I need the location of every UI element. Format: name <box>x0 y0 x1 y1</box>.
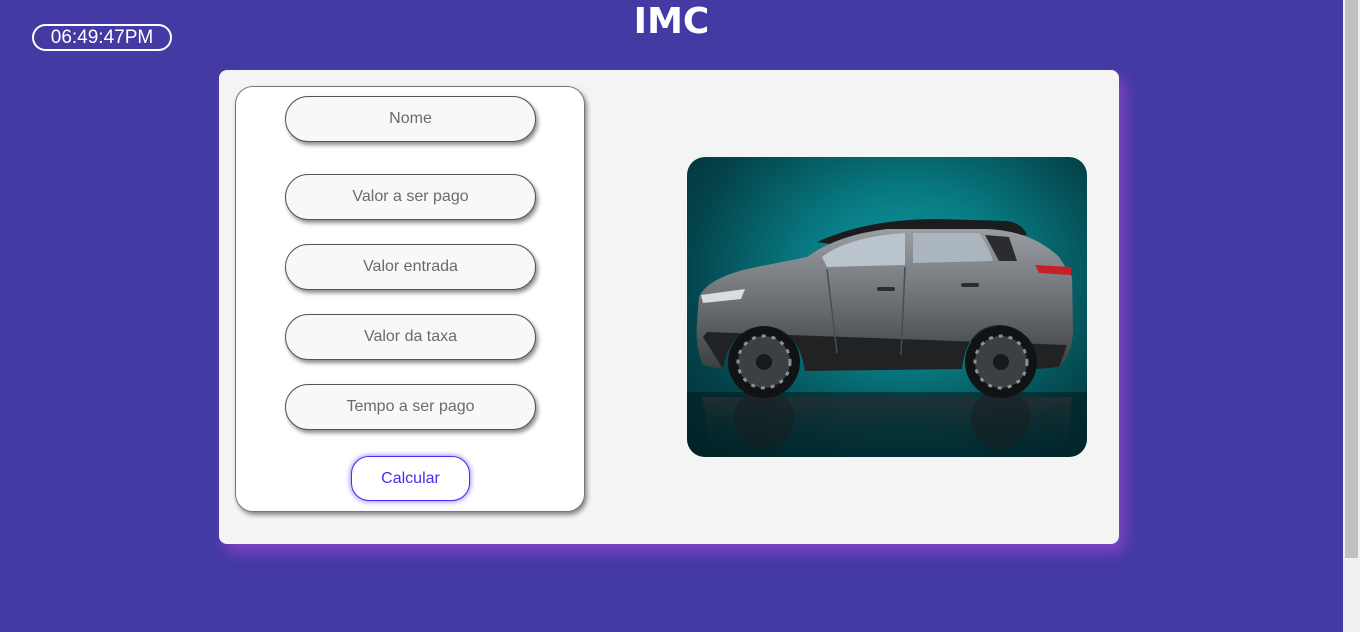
tempo-pago-input[interactable] <box>285 384 536 430</box>
main-panel: Calcular <box>219 70 1119 544</box>
rear-wheel <box>965 326 1037 398</box>
front-wheel <box>728 326 800 398</box>
valor-entrada-input[interactable] <box>285 244 536 290</box>
valor-taxa-input[interactable] <box>285 314 536 360</box>
nome-input[interactable] <box>285 96 536 142</box>
calcular-button[interactable]: Calcular <box>351 456 470 501</box>
car-image <box>687 157 1087 457</box>
page-title: IMC <box>633 1 710 42</box>
scrollbar-thumb[interactable] <box>1345 0 1358 558</box>
page-scrollbar[interactable] <box>1343 0 1360 632</box>
car-illustration <box>687 219 1087 457</box>
valor-pago-input[interactable] <box>285 174 536 220</box>
form-card: Calcular <box>235 86 585 512</box>
